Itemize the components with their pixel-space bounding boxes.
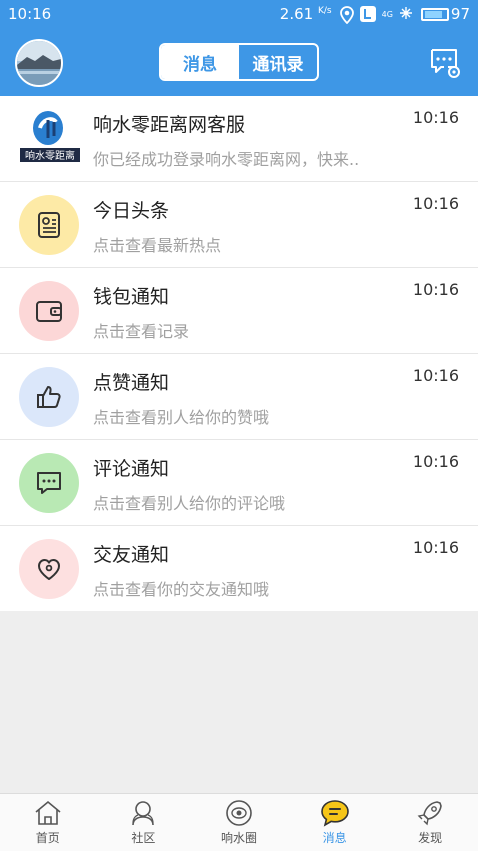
nav-label: 发现 [418,831,443,845]
notification-l-icon [359,6,376,22]
comment-icon [19,453,79,513]
nav-messages[interactable]: 消息 [287,794,383,851]
list-item-time: 10:16 [412,108,459,127]
signal-icon [399,6,415,22]
community-icon [132,801,155,826]
status-time: 10:16 [8,5,52,23]
circle-icon [226,800,252,826]
list-item-subtitle: 你已经成功登录响水零距离网，快来.. [93,150,360,169]
nav-circle[interactable]: 响水圈 [191,794,287,851]
network-speed-value: 2.61 [279,5,314,23]
wallet-icon [19,281,79,341]
app-header: 消息 通讯录 [0,30,478,96]
thumbs-up-icon [19,367,79,427]
header-tab-switch: 消息 通讯录 [159,43,319,81]
list-item-title: 响水零距离网客服 [93,114,246,136]
home-icon [35,800,61,825]
tab-contacts[interactable]: 通讯录 [239,45,317,79]
network-speed-unit: K/s [317,6,332,16]
heart-icon [19,539,79,599]
message-settings-icon [431,49,460,78]
nav-discover[interactable]: 发现 [382,794,478,851]
message-icon [320,800,349,827]
list-item-subtitle: 点击查看别人给你的赞哦 [93,408,270,427]
tab-messages[interactable]: 消息 [161,45,239,79]
rocket-icon [417,801,442,826]
status-bar: 10:16 2.61 K/s 4G 97 [0,0,478,30]
list-item-subtitle: 点击查看别人给你的评论哦 [93,494,286,513]
battery-level: 97 [450,5,470,23]
battery-indicator: 97 [420,5,470,23]
bottom-nav: 首页 社区 响水圈 消息 发现 [0,793,478,851]
list-item-friends[interactable]: 交友通知 点击查看你的交友通知哦 10:16 [0,526,478,611]
network-type: 4G [381,9,393,19]
message-list: 响水零距离 响水零距离网客服 你已经成功登录响水零距离网，快来.. 10:16 … [0,96,478,611]
list-item-title: 钱包通知 [93,286,170,308]
service-logo-icon: 响水零距离 [18,106,82,170]
nav-community[interactable]: 社区 [96,794,192,851]
list-item-likes[interactable]: 点赞通知 点击查看别人给你的赞哦 10:16 [0,354,478,440]
nav-home[interactable]: 首页 [0,794,96,851]
list-item-headlines[interactable]: 今日头条 点击查看最新热点 10:16 [0,182,478,268]
nav-label: 社区 [131,831,156,845]
list-item-subtitle: 点击查看记录 [93,322,190,341]
list-item-comments[interactable]: 评论通知 点击查看别人给你的评论哦 10:16 [0,440,478,526]
battery-icon [420,7,449,21]
nav-label: 首页 [35,831,60,845]
list-item-time: 10:16 [412,452,459,471]
list-item-service[interactable]: 响水零距离 响水零距离网客服 你已经成功登录响水零距离网，快来.. 10:16 [0,96,478,182]
service-logo-text: 响水零距离 [25,149,75,162]
location-icon [338,6,354,25]
avatar[interactable] [15,39,63,87]
nav-label: 响水圈 [220,831,257,845]
network-speed: 2.61 K/s [280,5,332,23]
message-settings-button[interactable] [428,46,462,80]
list-item-title: 点赞通知 [93,372,170,394]
list-item-subtitle: 点击查看你的交友通知哦 [93,580,270,599]
list-item-title: 交友通知 [93,544,170,566]
headline-icon [19,195,79,255]
status-right: 2.61 K/s 4G 97 [280,5,470,25]
list-item-time: 10:16 [412,280,459,299]
list-item-subtitle: 点击查看最新热点 [93,236,222,255]
list-item-wallet[interactable]: 钱包通知 点击查看记录 10:16 [0,268,478,354]
list-item-title: 评论通知 [93,458,170,480]
list-item-time: 10:16 [412,538,459,557]
nav-label: 消息 [322,831,347,845]
list-item-time: 10:16 [412,366,459,385]
list-item-time: 10:16 [412,194,459,213]
list-item-title: 今日头条 [93,200,170,222]
